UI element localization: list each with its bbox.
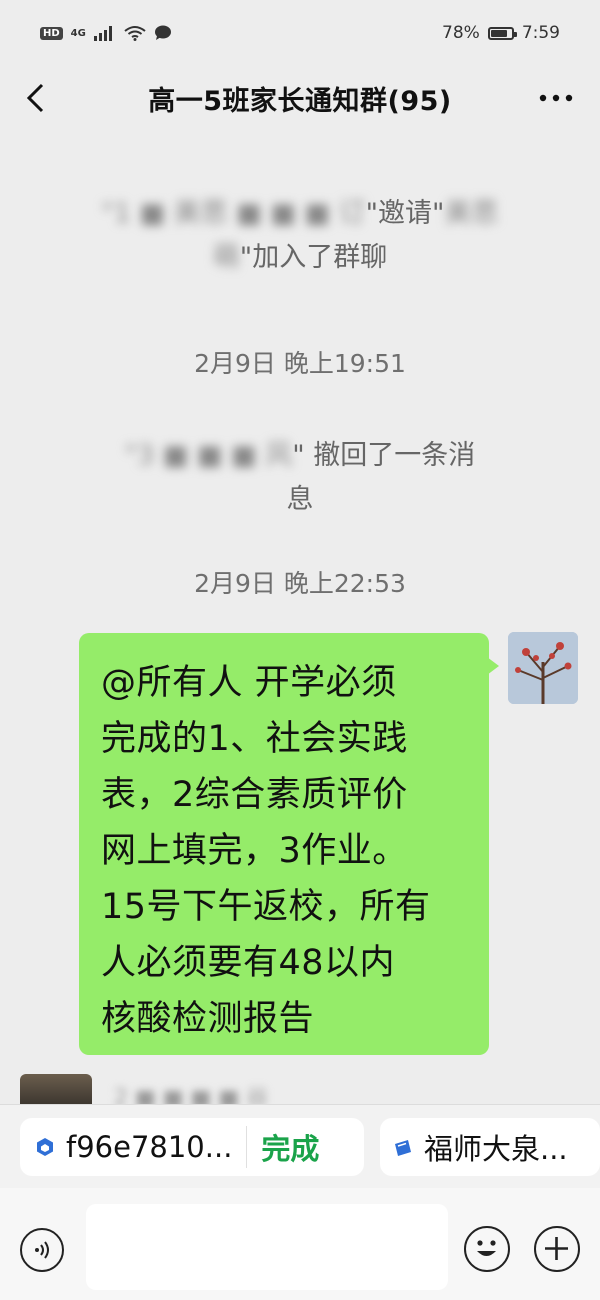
- clock: 7:59: [521, 23, 560, 43]
- message-line: 完成的1、社会实践: [101, 719, 408, 759]
- system-message-text: "邀请": [365, 198, 445, 229]
- plus-button[interactable]: [534, 1226, 580, 1272]
- redacted-name: 萌: [212, 242, 240, 273]
- document-icon: [395, 1140, 411, 1156]
- status-right: 78% 7:59: [442, 23, 560, 43]
- status-left: HD 4G: [40, 25, 172, 41]
- system-message-line: "1 ■ 美思 ■ ■ ■ 订"邀请"美思: [60, 192, 540, 236]
- signal-icon: [93, 26, 112, 41]
- chat-header: 高一5班家长通知群(95): [0, 66, 600, 130]
- message-bubble[interactable]: @所有人 开学必须 完成的1、社会实践 表，2综合素质评价 网上填完，3作业。 …: [79, 633, 489, 1055]
- system-message-line: "3 ■ ■ ■ 风" 撤回了一条消: [60, 434, 540, 478]
- system-message-line: 萌"加入了群聊: [60, 236, 540, 280]
- smiley-icon: [477, 1240, 496, 1256]
- message-line: 核酸检测报告: [101, 999, 315, 1039]
- system-message-recall: "3 ■ ■ ■ 风" 撤回了一条消 息: [60, 434, 540, 522]
- avatar-tree-image: [508, 632, 578, 704]
- status-bar: HD 4G 78% 7:59: [0, 0, 600, 66]
- hd-badge: HD: [40, 26, 63, 40]
- message-line: 网上填完，3作业。: [101, 831, 408, 871]
- more-button[interactable]: [536, 80, 576, 116]
- message-line: 15号下午返校，所有: [101, 887, 431, 927]
- wifi-icon: [124, 26, 146, 41]
- system-message-text: "加入了群聊: [239, 242, 388, 273]
- chat-notification-icon: [154, 25, 171, 40]
- link-chip-label: f96e7810...: [66, 1130, 233, 1164]
- timestamp: 2月9日 晚上19:51: [194, 349, 406, 378]
- input-bar: [0, 1188, 600, 1300]
- link-chip-file[interactable]: f96e7810... 完成: [20, 1118, 364, 1176]
- message-line: 表，2综合素质评价: [101, 775, 408, 815]
- system-message-line: 息: [286, 484, 314, 515]
- plus-icon: [545, 1237, 568, 1260]
- link-chip-school[interactable]: 福师大泉...: [380, 1118, 600, 1176]
- avatar[interactable]: [508, 632, 578, 704]
- cube-icon: [37, 1138, 53, 1156]
- message-input[interactable]: [86, 1204, 448, 1290]
- link-bar: f96e7810... 完成 福师大泉...: [0, 1104, 600, 1189]
- battery-fill: [490, 29, 507, 37]
- back-button[interactable]: [18, 80, 54, 116]
- system-message-text: " 撤回了一条消: [292, 440, 476, 471]
- redacted-name: "3 ■ ■ ■ 风: [124, 440, 293, 471]
- timestamp: 2月9日 晚上22:53: [194, 569, 406, 598]
- link-chip-label: 福师大泉...: [424, 1132, 568, 1166]
- voice-button[interactable]: [20, 1228, 64, 1272]
- more-icon: [539, 94, 573, 102]
- redacted-name: 美思: [444, 198, 499, 229]
- battery-icon: [487, 26, 517, 40]
- message-line: 人必须要有48以内: [101, 943, 396, 983]
- battery-percent: 78%: [442, 23, 480, 43]
- message-line: @所有人 开学必须: [101, 663, 397, 703]
- page-title: 高一5班家长通知群(95): [148, 85, 452, 117]
- system-message-join: "1 ■ 美思 ■ ■ ■ 订"邀请"美思 萌"加入了群聊: [60, 192, 540, 280]
- chevron-left-icon: [26, 83, 44, 113]
- bubble-tail: [487, 657, 499, 675]
- done-status[interactable]: 完成: [246, 1126, 319, 1168]
- voice-icon: [35, 1241, 49, 1259]
- redacted-name: "1 ■ 美思 ■ ■ ■ 订: [101, 198, 366, 229]
- network-label: 4G: [70, 27, 86, 39]
- emoji-button[interactable]: [464, 1226, 510, 1272]
